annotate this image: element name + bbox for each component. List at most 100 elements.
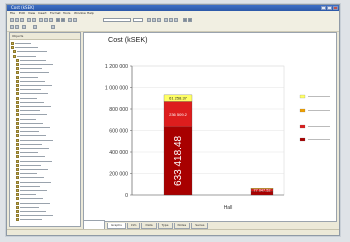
- tree-item-placeholder: [20, 160, 52, 162]
- save-icon[interactable]: [20, 18, 24, 22]
- tree-item[interactable]: [16, 155, 45, 159]
- tree-item[interactable]: [16, 197, 43, 201]
- tree-item[interactable]: [16, 142, 42, 146]
- tree-item[interactable]: [16, 130, 39, 134]
- underline-icon[interactable]: [157, 18, 161, 22]
- tree-item[interactable]: [11, 42, 31, 45]
- tree-item-placeholder: [20, 152, 38, 154]
- cost-chart: Cost (kSEK) 0 200 000 400 000 600 000 800 000…: [105, 35, 330, 211]
- cut-icon[interactable]: [39, 18, 43, 22]
- y-tick-label: 600 000: [109, 129, 128, 135]
- tree-item[interactable]: [16, 84, 52, 87]
- undo-icon[interactable]: [56, 18, 60, 22]
- tree-item[interactable]: [16, 168, 48, 171]
- chart-icon[interactable]: [73, 18, 77, 22]
- tree-item[interactable]: [16, 100, 44, 104]
- tree-item-placeholder: [20, 194, 36, 196]
- tree-item[interactable]: [16, 113, 47, 117]
- tree-item[interactable]: [16, 201, 50, 205]
- object-tree-panel: Objects: [9, 32, 81, 227]
- tree-item[interactable]: [16, 214, 53, 218]
- table-icon[interactable]: [68, 18, 72, 22]
- tree-item[interactable]: [16, 189, 47, 192]
- preview-icon[interactable]: [32, 18, 36, 22]
- tree-item[interactable]: [16, 184, 40, 188]
- align-right-icon[interactable]: [174, 18, 178, 22]
- filter-icon[interactable]: [33, 25, 37, 29]
- tree-item[interactable]: [16, 210, 46, 213]
- sort-icon[interactable]: [51, 25, 55, 29]
- tree-item[interactable]: [16, 180, 51, 184]
- tree-item[interactable]: [16, 96, 37, 100]
- align-left-icon[interactable]: [164, 18, 168, 22]
- tree-item-placeholder: [15, 47, 38, 49]
- folder-icon: [16, 151, 19, 155]
- zoom-icon[interactable]: [183, 18, 187, 22]
- tree-item[interactable]: [16, 159, 52, 163]
- refresh-icon[interactable]: [22, 25, 26, 29]
- tree-item[interactable]: [16, 151, 38, 155]
- tree-item[interactable]: [13, 54, 36, 58]
- tree-item[interactable]: [16, 63, 53, 66]
- legend-swatch: [299, 137, 306, 142]
- tree-item-placeholder: [20, 173, 37, 175]
- tree-item-placeholder: [20, 168, 48, 171]
- help-icon[interactable]: [188, 18, 192, 22]
- close-button[interactable]: [333, 6, 338, 10]
- tree-item[interactable]: [16, 176, 44, 180]
- paste-icon[interactable]: [49, 18, 53, 22]
- size-dropdown[interactable]: [133, 18, 143, 22]
- tree-item[interactable]: [16, 71, 49, 75]
- folder-icon: [16, 96, 19, 100]
- forward-icon[interactable]: [15, 25, 19, 29]
- folder-icon: [16, 63, 19, 66]
- tree-item[interactable]: [16, 172, 37, 176]
- application-window: Cost (kSEK) File Edit View Insert Format…: [6, 4, 340, 236]
- back-icon[interactable]: [10, 25, 14, 29]
- open-icon[interactable]: [15, 18, 19, 22]
- italic-icon[interactable]: [152, 18, 156, 22]
- tree-item[interactable]: [16, 109, 40, 113]
- print-icon[interactable]: [27, 18, 31, 22]
- folder-icon: [16, 163, 19, 167]
- tree-item[interactable]: [16, 205, 39, 209]
- tree-item-placeholder: [20, 110, 40, 112]
- folder-icon: [16, 168, 19, 171]
- align-center-icon[interactable]: [169, 18, 173, 22]
- tree-item[interactable]: [16, 138, 53, 142]
- tree-item[interactable]: [16, 75, 38, 79]
- data-label: 236 509.2: [169, 112, 188, 117]
- tree-item[interactable]: [16, 117, 36, 121]
- tree-item-placeholder: [20, 118, 36, 120]
- y-tick-label: 1 000 000: [105, 86, 128, 92]
- tree-item[interactable]: [16, 67, 42, 71]
- tree-item[interactable]: [16, 126, 50, 129]
- tree-item[interactable]: [16, 147, 49, 150]
- y-tick-label: 200 000: [109, 172, 128, 178]
- tree-item[interactable]: [16, 92, 48, 96]
- tree-item[interactable]: [16, 163, 41, 167]
- copy-icon[interactable]: [44, 18, 48, 22]
- redo-icon[interactable]: [61, 18, 65, 22]
- folder-icon: [16, 121, 19, 125]
- tree-item[interactable]: [16, 88, 41, 92]
- font-dropdown[interactable]: [103, 18, 131, 22]
- tree-item[interactable]: [16, 121, 43, 125]
- maximize-button[interactable]: [327, 6, 332, 10]
- tree-item-placeholder: [20, 76, 38, 78]
- minimize-button[interactable]: [321, 6, 326, 10]
- new-icon[interactable]: [10, 18, 14, 22]
- tree-item[interactable]: [16, 193, 36, 197]
- tree-item-placeholder: [20, 126, 50, 129]
- tree-item[interactable]: [13, 50, 47, 54]
- tree-item[interactable]: [16, 105, 51, 108]
- tree-item[interactable]: [16, 134, 46, 138]
- tree-item[interactable]: [16, 218, 42, 222]
- folder-icon: [16, 189, 19, 192]
- bold-icon[interactable]: [147, 18, 151, 22]
- tree-item[interactable]: [16, 79, 45, 83]
- object-tree-header: Objects: [10, 33, 80, 40]
- tree-item[interactable]: [16, 58, 46, 62]
- folder-icon: [16, 201, 19, 205]
- tree-item[interactable]: [11, 46, 38, 50]
